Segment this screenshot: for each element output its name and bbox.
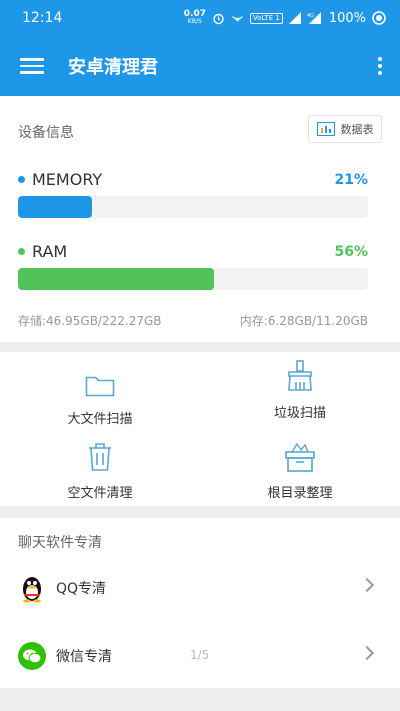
tools-grid: 大文件扫描 垃圾扫描 空文件清理 根目录整理	[0, 352, 400, 506]
wechat-icon	[18, 642, 46, 670]
chevron-right-icon	[359, 577, 375, 593]
large-file-scan-label: 大文件扫描	[67, 412, 133, 427]
large-file-scan-button[interactable]: 大文件扫描	[0, 364, 200, 427]
junk-scan-button[interactable]: 垃圾扫描	[200, 358, 400, 421]
memory-percent: 21%	[334, 171, 368, 188]
chevron-right-icon	[359, 645, 375, 661]
signal-icon-1	[288, 12, 301, 24]
net-speed-value: 0.07	[183, 9, 206, 19]
ram-usage: RAM 56%	[18, 242, 368, 290]
memory-progress-track	[18, 196, 368, 218]
box-icon	[285, 442, 315, 472]
qq-clean-row[interactable]: QQ专清	[0, 558, 400, 618]
battery-percent: 100%	[328, 10, 366, 26]
trash-icon	[89, 443, 111, 471]
root-dir-organize-label: 根目录整理	[267, 486, 333, 501]
hotspot-icon	[232, 15, 243, 21]
ram-progress-fill	[18, 268, 214, 290]
net-speed: 0.07 KB/S	[184, 10, 206, 26]
memory-usage: MEMORY 21%	[18, 170, 368, 218]
menu-icon[interactable]	[20, 54, 44, 78]
ram-dot	[18, 248, 25, 255]
empty-file-clean-button[interactable]: 空文件清理	[0, 438, 200, 501]
app-bar: 安卓清理君	[0, 36, 400, 96]
net-speed-unit: KB/S	[187, 18, 202, 25]
memory-label: MEMORY	[32, 170, 103, 189]
page-indicator: 1/5	[190, 648, 210, 662]
memory-dot	[18, 176, 25, 183]
ram-percent: 56%	[334, 243, 368, 260]
folder-icon	[85, 376, 115, 397]
data-table-button[interactable]: 数据表	[308, 115, 382, 143]
signal-icon-2: 4G	[307, 12, 321, 24]
bar-chart-icon	[316, 122, 335, 136]
more-options-icon[interactable]	[378, 54, 382, 78]
broom-icon	[288, 360, 312, 391]
root-dir-organize-button[interactable]: 根目录整理	[200, 438, 400, 501]
status-bar: 12:14 0.07 KB/S VoLTE 1 4G 100%	[0, 0, 400, 36]
storage-text: 存储:46.95GB/222.27GB	[18, 314, 162, 328]
volte-badge: VoLTE 1	[249, 12, 283, 24]
empty-file-clean-label: 空文件清理	[67, 486, 133, 501]
svg-text:4G: 4G	[307, 13, 314, 19]
alarm-icon	[213, 13, 224, 24]
app-title: 安卓清理君	[68, 57, 158, 78]
device-info-card: 设备信息 数据表 MEMORY 21% RAM 56% 存储:46.95GB/2…	[0, 96, 400, 342]
chat-clean-card: 聊天软件专清 QQ专清 微信专清	[0, 518, 400, 688]
ram-capacity-text: 内存:6.28GB/11.20GB	[239, 314, 368, 328]
memory-progress-fill	[18, 196, 92, 218]
status-time: 12:14	[22, 10, 63, 26]
wechat-clean-label: 微信专清	[56, 649, 112, 665]
qq-penguin-icon	[18, 574, 46, 603]
chat-clean-title: 聊天软件专清	[18, 535, 102, 551]
battery-icon	[372, 11, 386, 25]
device-info-title: 设备信息	[18, 125, 74, 141]
junk-scan-label: 垃圾扫描	[273, 406, 326, 421]
ram-progress-track	[18, 268, 368, 290]
data-table-label: 数据表	[340, 123, 374, 136]
qq-clean-label: QQ专清	[56, 581, 107, 597]
ram-label: RAM	[32, 242, 68, 261]
storage-summary: 存储:46.95GB/222.27GB 内存:6.28GB/11.20GB	[18, 312, 368, 329]
